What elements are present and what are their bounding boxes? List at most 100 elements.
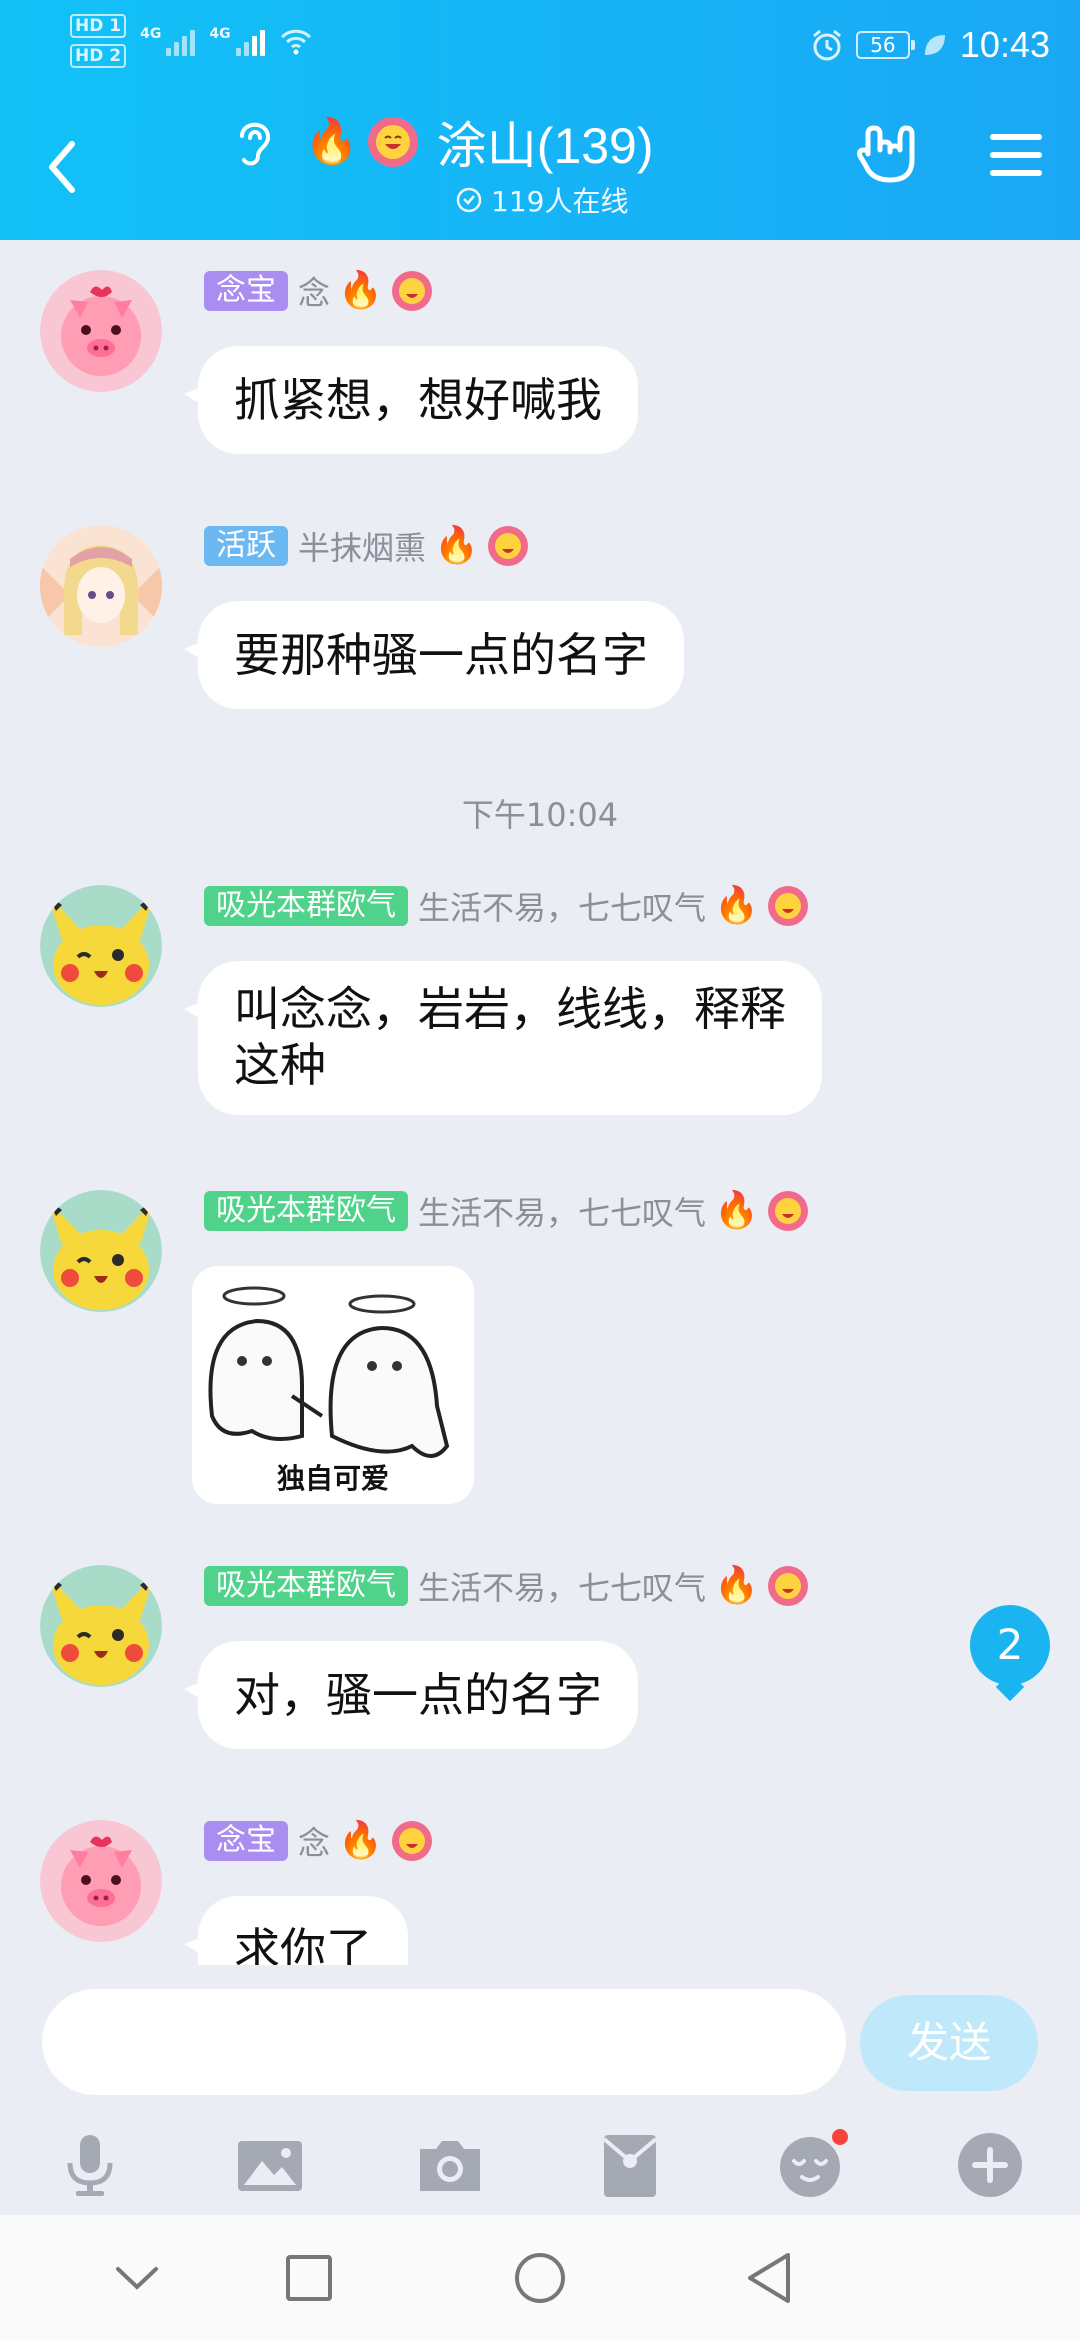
more-button[interactable] xyxy=(950,2125,1030,2205)
alarm-icon xyxy=(812,29,841,61)
online-count-label: 119人在线 xyxy=(491,185,629,218)
wifi-icon xyxy=(280,29,311,55)
network-2-label: 4G xyxy=(209,26,231,42)
back-triangle-icon[interactable] xyxy=(738,2245,804,2311)
sender-info: 吸光本群欧气 生活不易，七七叹气 🔥 xyxy=(204,885,809,927)
photo-button[interactable] xyxy=(230,2125,310,2205)
message-text-line: 这种 xyxy=(234,1038,326,1092)
avatar-pikachu[interactable] xyxy=(40,885,162,1007)
new-indicator-dot xyxy=(832,2129,848,2145)
hd2-label: HD 2 xyxy=(70,44,127,68)
message-bubble[interactable]: 对，骚一点的名字 xyxy=(198,1641,638,1749)
fire-badge-icon: 🔥 xyxy=(714,1190,759,1231)
fire-badge-icon: 🔥 xyxy=(338,1820,383,1861)
smiley-flower-badge-icon xyxy=(767,886,808,926)
smiley-flower-icon xyxy=(367,117,418,167)
system-navigation-bar xyxy=(0,2215,1080,2340)
sender-nickname[interactable]: 生活不易，七七叹气 xyxy=(418,1188,706,1234)
message-bubble[interactable]: 叫念念，岩岩，线线，释释 这种 xyxy=(198,961,822,1115)
avatar-pig[interactable] xyxy=(40,270,162,392)
chat-message-list[interactable]: 念宝 念 🔥 抓紧想，想好喊我 活跃 半抹烟熏 🔥 要那种骚一点的名字 下午10… xyxy=(0,240,1080,1965)
red-packet-icon xyxy=(602,2135,658,2197)
chat-header: HD 1 HD 2 4G 4G 56 10:43 🔥 涂山(139) 119人在… xyxy=(0,0,1080,240)
message-bubble[interactable]: 抓紧想，想好喊我 xyxy=(198,346,638,454)
sender-nickname[interactable]: 半抹烟熏 xyxy=(298,523,426,569)
sender-nickname[interactable]: 念 xyxy=(298,1818,330,1864)
rock-hand-icon[interactable] xyxy=(854,120,920,186)
message-input[interactable] xyxy=(42,1989,846,2095)
menu-icon[interactable] xyxy=(988,130,1044,180)
smiley-flower-badge-icon xyxy=(391,271,432,311)
fire-badge-icon: 🔥 xyxy=(714,885,759,926)
input-toolbar xyxy=(0,2115,1080,2215)
sender-info: 吸光本群欧气 生活不易，七七叹气 🔥 xyxy=(204,1190,809,1232)
smiley-flower-badge-icon xyxy=(767,1191,808,1231)
battery-indicator: 56 xyxy=(855,31,915,59)
smiley-flower-badge-icon xyxy=(391,1821,432,1861)
fire-badge-icon: 🔥 xyxy=(338,270,383,311)
clock: 10:43 xyxy=(959,24,1050,65)
avatar-pig[interactable] xyxy=(40,1820,162,1942)
nav-bar: 🔥 涂山(139) 119人在线 xyxy=(0,92,1080,240)
avatar-pikachu[interactable] xyxy=(40,1190,162,1312)
member-tag: 念宝 xyxy=(204,271,288,311)
time-divider: 下午10:04 xyxy=(461,796,619,834)
hd-indicator: HD 1 HD 2 xyxy=(70,14,127,68)
red-packet-button[interactable] xyxy=(590,2125,670,2205)
plus-icon xyxy=(958,2133,1022,2197)
back-arrow-icon[interactable] xyxy=(38,132,88,202)
message-text-line: 叫念念，岩岩，线线，释释 xyxy=(234,982,786,1036)
image-icon xyxy=(238,2141,302,2191)
sender-nickname[interactable]: 生活不易，七七叹气 xyxy=(418,1563,706,1609)
group-title: 涂山(139) xyxy=(436,118,654,174)
member-tag: 吸光本群欧气 xyxy=(204,1566,408,1606)
avatar-pikachu[interactable] xyxy=(40,1565,162,1687)
unread-count-badge[interactable]: 2 xyxy=(970,1605,1050,1685)
ghost-sticker-image: 独自可爱 xyxy=(192,1266,474,1504)
status-bar: HD 1 HD 2 4G 4G 56 10:43 xyxy=(0,0,1080,92)
avatar-anime-girl[interactable] xyxy=(40,525,162,647)
camera-icon xyxy=(420,2141,480,2191)
signal-1-icon: 4G xyxy=(140,26,196,56)
sticker-caption: 独自可爱 xyxy=(277,1462,389,1495)
sender-nickname[interactable]: 念 xyxy=(298,268,330,314)
message-item: 吸光本群欧气 生活不易，七七叹气 🔥 叫念念，岩岩，线线，释释 这种 xyxy=(0,855,1080,1145)
chevron-down-icon[interactable] xyxy=(104,2245,170,2311)
check-circle-icon xyxy=(456,187,482,213)
recent-apps-square-icon[interactable] xyxy=(276,2245,342,2311)
fire-badge-icon: 🔥 xyxy=(434,525,479,566)
sender-nickname[interactable]: 生活不易，七七叹气 xyxy=(418,883,706,929)
camera-button[interactable] xyxy=(410,2125,490,2205)
send-button[interactable]: 发送 xyxy=(860,1995,1038,2091)
message-item: 活跃 半抹烟熏 🔥 要那种骚一点的名字 xyxy=(0,495,1080,735)
signal-2-icon: 4G xyxy=(209,26,265,56)
power-saving-leaf-icon xyxy=(924,35,945,55)
member-tag: 活跃 xyxy=(204,526,288,566)
voice-button[interactable] xyxy=(50,2125,130,2205)
sender-info: 念宝 念 🔥 xyxy=(204,1820,433,1862)
sender-info: 活跃 半抹烟熏 🔥 xyxy=(204,525,529,567)
microphone-icon xyxy=(67,2135,113,2196)
online-count[interactable]: 119人在线 xyxy=(455,180,628,220)
member-tag: 吸光本群欧气 xyxy=(204,886,408,926)
ear-icon xyxy=(240,122,271,166)
fire-badge-icon: 🔥 xyxy=(714,1565,759,1606)
message-bubble[interactable]: 要那种骚一点的名字 xyxy=(198,601,684,709)
message-bubble[interactable]: 求你了 xyxy=(198,1896,408,1965)
group-title-row[interactable]: 🔥 涂山(139) xyxy=(230,106,654,178)
emoji-button[interactable] xyxy=(770,2125,850,2205)
sender-info: 念宝 念 🔥 xyxy=(204,270,433,312)
network-1-label: 4G xyxy=(140,26,162,42)
home-circle-icon[interactable] xyxy=(507,2245,573,2311)
message-item: 吸光本群欧气 生活不易，七七叹气 🔥 对，骚一点的名字 xyxy=(0,1535,1080,1775)
sticker-image-message[interactable]: 独自可爱 xyxy=(192,1266,474,1504)
sender-info: 吸光本群欧气 生活不易，七七叹气 🔥 xyxy=(204,1565,809,1607)
input-area: 发送 xyxy=(0,1965,1080,2215)
smiley-flower-badge-icon xyxy=(767,1566,808,1606)
smiley-flower-badge-icon xyxy=(487,526,528,566)
member-tag: 吸光本群欧气 xyxy=(204,1191,408,1231)
message-item: 吸光本群欧气 生活不易，七七叹气 🔥 独自可爱 xyxy=(0,1160,1080,1520)
hd1-label: HD 1 xyxy=(70,14,127,38)
message-item: 念宝 念 🔥 求你了 xyxy=(0,1790,1080,1965)
message-item: 念宝 念 🔥 抓紧想，想好喊我 xyxy=(0,240,1080,480)
